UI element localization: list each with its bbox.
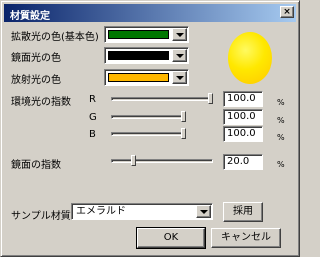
apply-button[interactable]: 採用 (223, 202, 263, 222)
shininess-unit: % (277, 160, 285, 169)
cancel-button[interactable]: キャンセル (211, 228, 281, 248)
ambient-r-input[interactable]: 100.0 (223, 91, 263, 107)
ambient-b-label: B (89, 129, 96, 140)
sample-material-value: エメラルド (76, 206, 126, 217)
ok-button[interactable]: OK (136, 227, 206, 249)
ambient-r-slider[interactable] (111, 93, 213, 104)
chevron-down-icon[interactable] (196, 205, 211, 218)
ambient-g-slider-thumb[interactable] (181, 111, 186, 122)
ambient-r-slider-thumb[interactable] (208, 93, 213, 104)
ambient-g-input[interactable]: 100.0 (223, 109, 263, 125)
material-settings-dialog: 材質設定 × 拡散光の色(基本色) 鏡面光の色 放射光の色 環境光の指数 R 1… (0, 0, 300, 257)
close-button[interactable]: × (280, 6, 294, 18)
title-bar: 材質設定 × (4, 4, 296, 22)
shininess-input[interactable]: 20.0 (223, 154, 263, 170)
ambient-b-slider[interactable] (111, 128, 186, 139)
emissive-color-label: 放射光の色 (11, 75, 61, 86)
material-preview-sphere (228, 32, 272, 84)
window-title: 材質設定 (10, 11, 50, 22)
ambient-r-label: R (89, 94, 96, 105)
ambient-b-input[interactable]: 100.0 (223, 126, 263, 142)
ambient-b-unit: % (277, 133, 285, 142)
chevron-down-icon[interactable] (172, 28, 187, 41)
specular-color-swatch (108, 51, 169, 60)
chevron-down-icon[interactable] (172, 49, 187, 62)
sample-material-label: サンプル材質 (11, 211, 71, 222)
ambient-g-label: G (89, 112, 97, 123)
shininess-label: 鏡面の指数 (11, 160, 61, 171)
shininess-slider-thumb[interactable] (131, 155, 136, 166)
sample-material-select[interactable]: エメラルド (71, 203, 213, 220)
emissive-color-picker[interactable] (104, 69, 189, 86)
shininess-slider[interactable] (111, 155, 213, 166)
ambient-r-unit: % (277, 98, 285, 107)
ambient-b-slider-thumb[interactable] (181, 128, 186, 139)
diffuse-color-swatch (108, 30, 169, 39)
specular-color-label: 鏡面光の色 (11, 53, 61, 64)
ambient-g-unit: % (277, 116, 285, 125)
diffuse-color-picker[interactable] (104, 26, 189, 43)
emissive-color-swatch (108, 73, 169, 82)
ambient-label: 環境光の指数 (11, 97, 71, 108)
ambient-g-slider[interactable] (111, 111, 186, 122)
chevron-down-icon[interactable] (172, 71, 187, 84)
specular-color-picker[interactable] (104, 47, 189, 64)
diffuse-color-label: 拡散光の色(基本色) (11, 32, 99, 43)
